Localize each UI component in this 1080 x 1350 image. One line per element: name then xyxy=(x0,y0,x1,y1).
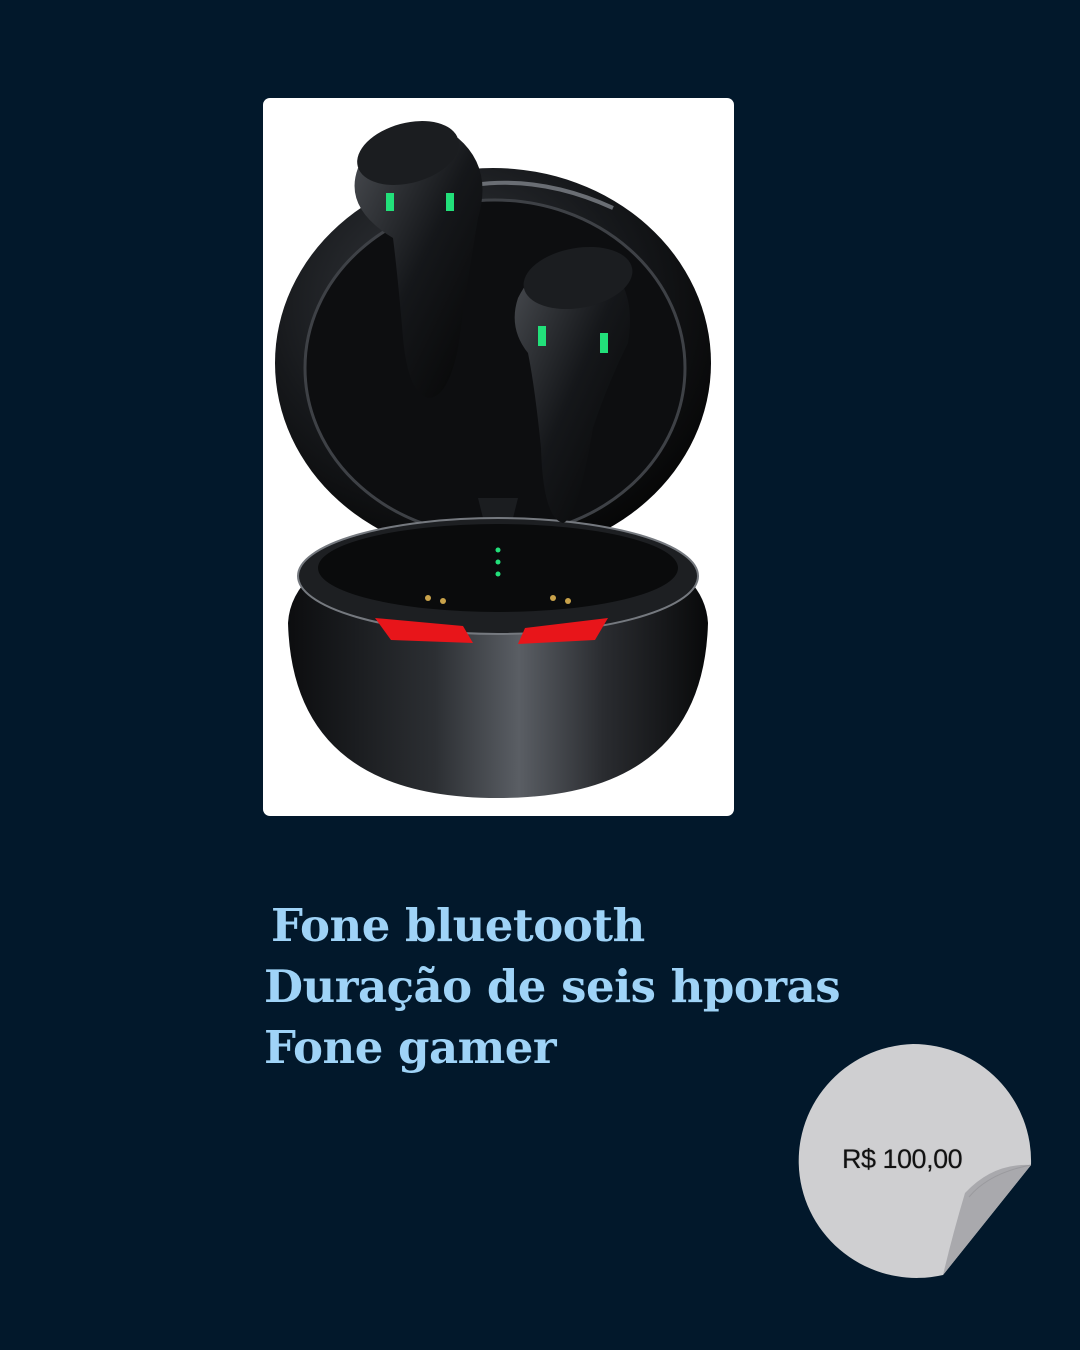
product-image-card xyxy=(263,98,734,816)
earbuds-case-image xyxy=(275,121,711,798)
description-line-3: Fone gamer xyxy=(264,1021,557,1074)
product-description: Fone bluetooth Duração de seis hporas Fo… xyxy=(264,895,841,1078)
description-line-2: Duração de seis hporas xyxy=(264,960,841,1013)
price-sticker xyxy=(798,1044,1032,1278)
description-line-1: Fone bluetooth xyxy=(271,899,645,952)
